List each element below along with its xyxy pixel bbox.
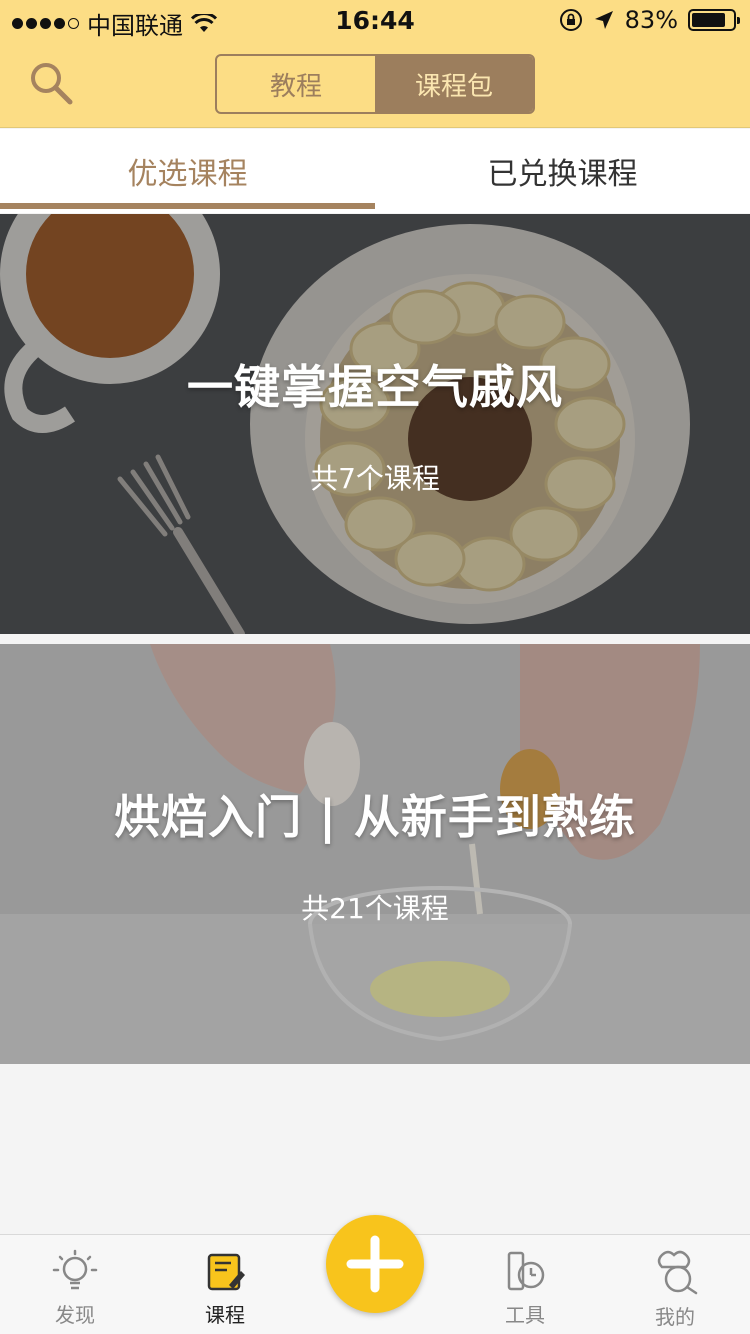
tab-redeemed-courses[interactable]: 已兑换课程: [375, 129, 750, 213]
tab-mine[interactable]: 我的: [600, 1235, 750, 1334]
course-count: 共7个课程: [310, 462, 440, 495]
search-button[interactable]: [28, 60, 78, 110]
nav-bar: 教程 课程包: [0, 40, 750, 128]
tab-courses[interactable]: 课程: [150, 1235, 300, 1334]
tab-discover[interactable]: 发现: [0, 1235, 150, 1334]
sub-tabs: 优选课程 已兑换课程: [0, 129, 750, 213]
cover-shade: [0, 214, 750, 634]
tab-label: 工具: [505, 1303, 545, 1327]
status-bar: 中国联通 16:44 83%: [0, 0, 750, 40]
tab-featured-courses[interactable]: 优选课程: [0, 129, 375, 213]
course-card[interactable]: 烘焙入门 | 从新手到熟练 共21个课程: [0, 644, 750, 1064]
tab-tools[interactable]: 工具: [450, 1235, 600, 1334]
search-icon: [31, 63, 73, 105]
notebook-icon: [207, 1253, 245, 1291]
tab-label: 发现: [55, 1303, 95, 1327]
battery-icon: [688, 9, 740, 31]
course-title: 烘焙入门 | 从新手到熟练: [114, 790, 636, 844]
course-card[interactable]: 一键掌握空气戚风 共7个课程: [0, 214, 750, 634]
timer-icon: [507, 1251, 545, 1291]
plus-icon: [346, 1235, 404, 1293]
lightbulb-icon: [52, 1249, 98, 1290]
segmented-control: 教程 课程包: [215, 54, 535, 114]
chef-icon: [657, 1250, 698, 1295]
add-button[interactable]: [326, 1215, 424, 1313]
course-count: 共21个课程: [301, 892, 449, 925]
bottom-tab-bar: 发现 课程 工具 我的: [0, 1215, 750, 1334]
tab-label: 课程: [205, 1303, 245, 1327]
status-right: 83%: [559, 6, 740, 34]
course-title: 一键掌握空气戚风: [187, 360, 563, 414]
cover-shade: [0, 644, 750, 1064]
tab-label: 我的: [655, 1305, 695, 1329]
battery-percent: 83%: [624, 6, 678, 34]
location-arrow-icon: [594, 11, 613, 29]
rotation-lock-icon: [559, 9, 582, 31]
segment-tutorials[interactable]: 教程: [217, 56, 375, 112]
segment-course-packs[interactable]: 课程包: [375, 56, 533, 112]
